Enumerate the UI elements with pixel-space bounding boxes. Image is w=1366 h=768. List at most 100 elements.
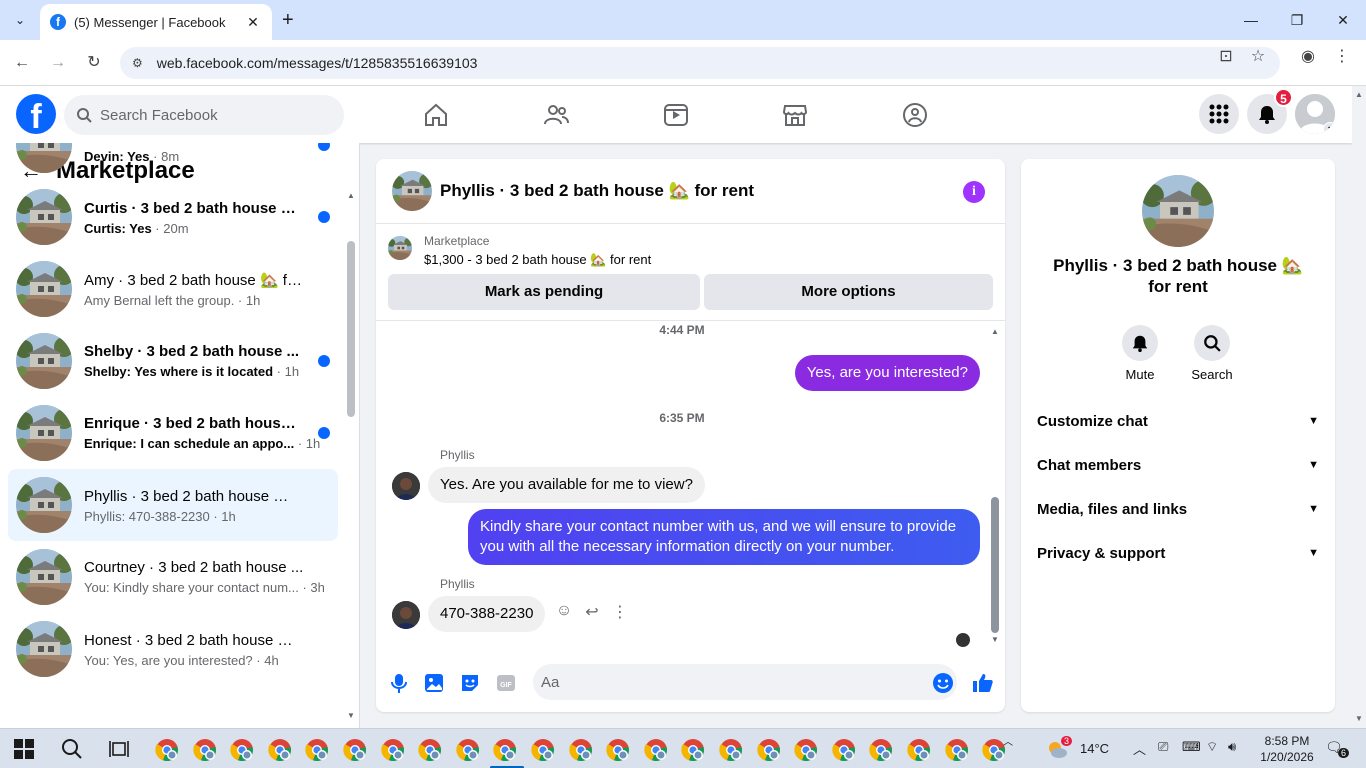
chrome-profile-icon[interactable] (380, 738, 405, 762)
listing-thumbnail[interactable] (392, 171, 432, 211)
site-info-icon[interactable]: ⚙ (132, 56, 143, 70)
chat-scroll-thumb[interactable] (991, 497, 999, 633)
page-scrollbar[interactable]: ▲ ▼ (1352, 86, 1366, 728)
marketplace-icon[interactable] (782, 102, 808, 128)
chat-title[interactable]: Phyllis · 3 bed 2 bath house 🏡 for rent (440, 181, 754, 201)
reply-icon[interactable]: ↩ (582, 602, 602, 622)
notifications-button[interactable]: 5 (1247, 88, 1293, 134)
chrome-profile-icon[interactable] (155, 738, 179, 762)
gif-icon[interactable]: GIF (495, 672, 517, 694)
listing-title[interactable]: $1,300 - 3 bed 2 bath house 🏡 for rent (424, 252, 651, 268)
chrome-profile-icon[interactable] (794, 738, 818, 762)
photo-icon[interactable] (423, 672, 445, 694)
browser-menu-icon[interactable]: ⋮ (1330, 46, 1354, 66)
menu-grid-button[interactable] (1199, 94, 1239, 134)
bookmark-star-icon[interactable]: ☆ (1246, 46, 1270, 66)
chrome-profile-icon[interactable] (493, 738, 517, 762)
emoji-icon[interactable] (932, 672, 954, 694)
microphone-icon[interactable] (388, 672, 410, 694)
show-hidden-icons-icon[interactable]: ︿ (1133, 739, 1146, 758)
install-app-icon[interactable]: ⊡ (1214, 46, 1238, 66)
search-icon[interactable] (61, 738, 83, 760)
minimize-button[interactable]: — (1228, 8, 1274, 32)
chrome-profile-icon[interactable] (719, 738, 743, 762)
chrome-profile-icon[interactable] (756, 738, 781, 762)
wifi-icon[interactable]: ⌔ (1206, 739, 1218, 755)
friends-icon[interactable] (543, 102, 569, 128)
listing-avatar[interactable] (1142, 175, 1214, 247)
account-avatar[interactable]: ▾ (1295, 94, 1335, 134)
taskbar-clock[interactable]: 8:58 PM 1/20/2026 (1252, 733, 1322, 765)
sidebar-scrollbar[interactable]: ▲ ▼ (346, 191, 356, 721)
facebook-logo-icon[interactable]: f (16, 94, 56, 134)
sticker-icon[interactable] (459, 672, 481, 694)
conversation-item[interactable]: Devin · 3 bed 2 bath house 🏡 ... Devin: Y… (8, 143, 338, 181)
sender-avatar[interactable] (392, 601, 420, 629)
back-icon[interactable]: ← (10, 51, 34, 75)
chrome-profile-icon[interactable] (230, 738, 254, 762)
conversation-item[interactable]: Curtis · 3 bed 2 bath house 🏡 ... Curtis:… (8, 181, 338, 253)
windows-start-icon[interactable] (14, 739, 34, 759)
search-input[interactable] (100, 106, 320, 124)
chat-scrollbar[interactable]: ▲ ▼ (990, 327, 1000, 647)
chrome-profile-icon[interactable] (907, 738, 931, 762)
conversation-item[interactable]: Phyllis · 3 bed 2 bath house 🏡 f... Phyll… (8, 469, 338, 541)
tab-search-menu-icon[interactable]: ⌄ (8, 8, 32, 32)
chrome-profile-icon[interactable] (305, 738, 329, 762)
chat-members-section[interactable]: Chat members ▼ (1037, 443, 1319, 487)
reload-icon[interactable]: ↻ (82, 51, 106, 75)
incoming-message[interactable]: 470-388-2230 (428, 596, 546, 632)
chrome-profile-icon[interactable] (944, 738, 969, 762)
groups-icon[interactable] (902, 102, 928, 128)
conversation-item[interactable]: Shelby · 3 bed 2 bath house ... Shelby: Y… (8, 325, 338, 397)
info-icon[interactable]: i (963, 181, 985, 203)
react-smiley-icon[interactable]: ☺ (554, 602, 574, 620)
volume-icon[interactable]: 🔊︎ (1228, 739, 1236, 755)
facebook-search[interactable] (64, 95, 344, 135)
chrome-profile-icon[interactable] (268, 738, 292, 762)
chrome-profile-icon[interactable] (418, 738, 442, 762)
scroll-up-icon[interactable]: ▲ (990, 327, 1000, 336)
message-input[interactable] (533, 664, 957, 700)
chrome-profile-icon[interactable] (568, 738, 593, 762)
customize-chat-section[interactable]: Customize chat ▼ (1037, 399, 1319, 443)
more-actions-icon[interactable]: ⋮ (610, 602, 630, 622)
sidebar-scroll-thumb[interactable] (347, 241, 355, 417)
chrome-profile-icon[interactable] (644, 738, 668, 762)
url-bar[interactable]: ⚙ web.facebook.com/messages/t/1285835516… (120, 47, 1280, 79)
browser-tab[interactable]: f (5) Messenger | Facebook ✕ (40, 4, 272, 40)
meet-now-icon[interactable]: ⎚ (1158, 739, 1168, 755)
scroll-up-icon[interactable]: ▲ (1354, 90, 1364, 99)
chrome-profile-icon[interactable] (343, 738, 367, 762)
scroll-down-icon[interactable]: ▼ (990, 635, 1000, 644)
profile-icon[interactable]: ◉ (1296, 46, 1320, 66)
chrome-profile-icon[interactable] (832, 738, 856, 762)
mark-as-pending-button[interactable]: Mark as pending (388, 274, 700, 310)
thumbs-up-icon[interactable] (972, 672, 994, 694)
chrome-profile-icon[interactable] (531, 738, 555, 762)
restore-button[interactable]: ❐ (1274, 8, 1320, 32)
privacy-support-section[interactable]: Privacy & support ▼ (1037, 531, 1319, 575)
close-window-button[interactable]: ✕ (1320, 8, 1366, 32)
weather-temp[interactable]: 14°C (1080, 741, 1109, 756)
chrome-profile-icon[interactable] (606, 738, 630, 762)
input-method-icon[interactable]: ⌨ (1182, 739, 1201, 755)
listing-small-thumbnail[interactable] (388, 236, 412, 260)
mute-button[interactable]: Mute (1110, 325, 1170, 382)
scroll-down-icon[interactable]: ▼ (1354, 714, 1364, 723)
chrome-profile-icon[interactable] (869, 738, 893, 762)
conversation-item[interactable]: Honest · 3 bed 2 bath house 🏡 ... You: Ye… (8, 613, 338, 685)
chrome-profile-icon[interactable] (456, 738, 480, 762)
media-files-links-section[interactable]: Media, files and links ▼ (1037, 487, 1319, 531)
conversation-item[interactable]: Enrique · 3 bed 2 bath house ... Enrique:… (8, 397, 338, 469)
search-in-chat-button[interactable]: Search (1182, 325, 1242, 382)
new-tab-button[interactable]: + (282, 8, 294, 32)
conversation-item[interactable]: Amy · 3 bed 2 bath house 🏡 for... Amy Ber… (8, 253, 338, 325)
video-icon[interactable] (663, 102, 689, 128)
outgoing-message[interactable]: Kindly share your contact number with us… (468, 509, 980, 565)
outgoing-message[interactable]: Yes, are you interested? (794, 355, 980, 391)
conversation-item[interactable]: Courtney · 3 bed 2 bath house ... You: Ki… (8, 541, 338, 613)
chrome-profile-icon[interactable] (192, 738, 217, 762)
scroll-down-icon[interactable]: ▼ (346, 711, 356, 720)
overflow-chevron-icon[interactable]: ︿ (1003, 733, 1013, 748)
